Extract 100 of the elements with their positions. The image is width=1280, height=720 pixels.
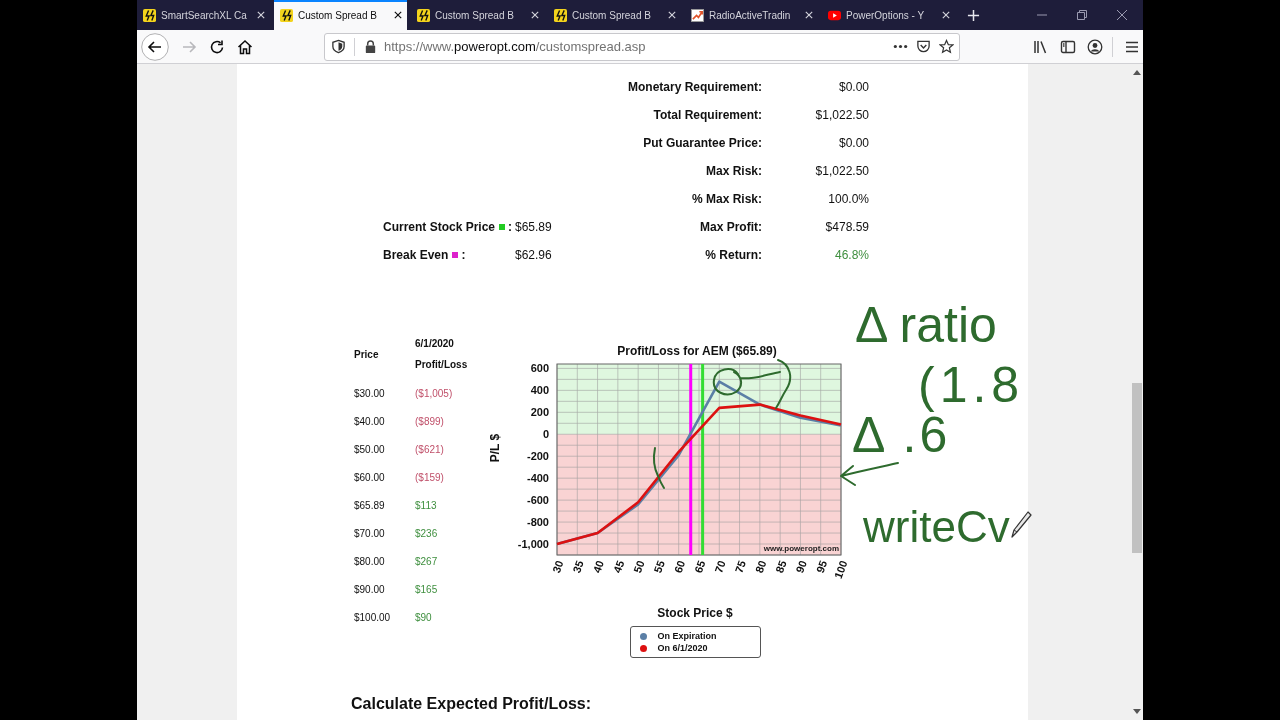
stat-value: $478.59: [825, 220, 869, 234]
stat-label: Max Risk:: [705, 164, 762, 178]
column-header: Price: [354, 349, 379, 360]
table-cell: $236: [415, 527, 438, 539]
tick-label: 50: [631, 558, 647, 575]
tick-label: 35: [570, 558, 586, 575]
handwritten-note: (1.8: [918, 360, 1025, 410]
bolt-icon: [280, 8, 293, 22]
pen-cursor-icon: [1010, 510, 1032, 540]
table-cell: ($621): [415, 443, 444, 455]
tick-label: 90: [793, 558, 809, 575]
tick-label: 600: [530, 362, 549, 375]
home-icon[interactable]: [237, 38, 253, 55]
stat-label: Put Guarantee Price:: [643, 136, 762, 150]
tick-label: 65: [692, 558, 708, 575]
stat-label: % Return:: [705, 248, 762, 262]
stat-label: Break Even: [383, 247, 449, 264]
column-header: 6/1/2020: [415, 337, 455, 351]
close-icon[interactable]: [1117, 10, 1127, 20]
table-cell: $267: [415, 555, 438, 567]
tick-label: -200: [526, 450, 549, 463]
stat-value: 46.8%: [834, 248, 869, 262]
scroll-up-icon[interactable]: [1132, 69, 1141, 75]
axis-title: P/L $: [488, 433, 502, 463]
table-cell: ($159): [415, 471, 444, 483]
pocket-icon[interactable]: [916, 39, 931, 54]
stat-value: $0.00: [838, 80, 869, 94]
stat-label: Monetary Requirement:: [627, 80, 762, 94]
shield-icon[interactable]: [331, 39, 346, 54]
tick-label: 60: [671, 558, 688, 575]
table-cell: $90.00: [354, 583, 385, 595]
handwritten-tick: [650, 446, 668, 490]
browser-tab[interactable]: Custom Spread B: [411, 0, 544, 30]
table-cell: $65.89: [354, 499, 385, 511]
stat-value: $62.96: [515, 248, 552, 262]
table-cell: $100.00: [354, 611, 391, 623]
browser-tab[interactable]: SmartSearchXL Ca: [137, 0, 270, 30]
tick-label: 55: [651, 558, 667, 575]
colon-text: :: [508, 219, 513, 236]
restore-icon[interactable]: [1077, 10, 1087, 20]
stat-value: $1,022.50: [815, 108, 869, 122]
tick-label: -600: [526, 494, 549, 507]
tick-label: 100: [831, 558, 850, 581]
table-cell: $40.00: [354, 415, 385, 427]
tick-label: 40: [590, 558, 607, 575]
stat-label: Max Profit:: [700, 220, 762, 234]
axis-title: Stock Price $: [657, 606, 733, 620]
table-cell: ($899): [415, 415, 444, 427]
colon-text: :: [461, 247, 466, 264]
table-cell: $60.00: [354, 471, 385, 483]
browser-tab[interactable]: PowerOptions - Y: [822, 0, 955, 30]
bolt-icon: [143, 8, 156, 22]
tick-label: 0: [542, 428, 549, 441]
stat-label: Current Stock Price: [383, 219, 496, 236]
tick-label: 95: [813, 558, 830, 575]
bolt-icon: [554, 8, 567, 22]
reload-icon[interactable]: [209, 38, 225, 55]
browser-tab[interactable]: RadioActiveTradin: [685, 0, 818, 30]
table-cell: $30.00: [354, 387, 385, 399]
stat-label: Total Requirement:: [653, 108, 762, 122]
stat-value: $1,022.50: [815, 164, 869, 178]
library-icon[interactable]: [1033, 38, 1049, 55]
tick-label: 400: [530, 384, 549, 397]
tick-label: 85: [773, 558, 789, 575]
browser-tab[interactable]: Custom Spread B: [548, 0, 681, 30]
bolt-icon: [417, 8, 430, 22]
legend-label: On 6/1/2020: [657, 642, 708, 654]
star-icon[interactable]: [939, 39, 954, 54]
play-icon: [828, 8, 841, 22]
account-icon[interactable]: [1087, 38, 1103, 55]
table-cell: $113: [415, 499, 437, 511]
handwritten-note: writeCv: [863, 505, 1010, 549]
legend-label: On Expiration: [657, 630, 717, 642]
scroll-down-icon[interactable]: [1132, 709, 1141, 715]
table-cell: ($1,005): [415, 387, 453, 399]
tick-label: 70: [712, 558, 728, 575]
table-cell: $80.00: [354, 555, 385, 567]
browser-tab[interactable]: Custom Spread B: [274, 0, 407, 30]
scrollbar-thumb[interactable]: [1131, 383, 1142, 553]
stat-value: $65.89: [515, 220, 552, 234]
plus-icon[interactable]: [967, 8, 980, 22]
lock-icon[interactable]: [363, 39, 378, 54]
tick-label: 200: [530, 406, 549, 419]
sidebar-icon[interactable]: [1060, 38, 1076, 55]
url-text: https://www.poweropt.com/customspread.asp: [384, 39, 646, 54]
tick-label: 75: [732, 558, 749, 575]
handwritten-note: Δ ratio: [855, 300, 997, 350]
stat-value: $0.00: [838, 136, 869, 150]
table-cell: $165: [415, 583, 438, 595]
stat-value: 100.0%: [828, 192, 869, 206]
chart-title: Profit/Loss for AEM ($65.89): [617, 344, 777, 358]
table-cell: $90: [415, 611, 432, 623]
tick-label: 80: [752, 558, 769, 575]
close-icon[interactable]: [394, 11, 402, 19]
back-icon[interactable]: [141, 32, 169, 61]
table-cell: $70.00: [354, 527, 385, 539]
address-bar[interactable]: https://www.poweropt.com/customspread.asp: [324, 32, 960, 61]
column-header: Profit/Loss: [415, 358, 469, 372]
tick-label: 45: [610, 558, 627, 575]
stat-label: % Max Risk:: [691, 192, 762, 206]
